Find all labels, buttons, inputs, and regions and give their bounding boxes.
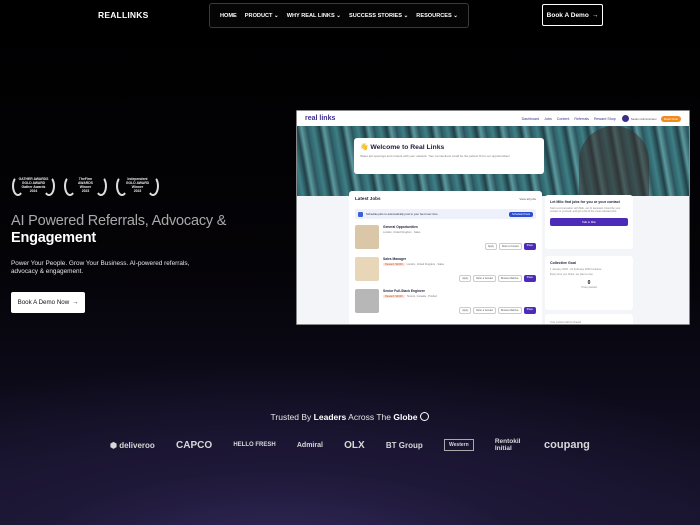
logo-bt-group: BT Group [385, 440, 423, 450]
preview-link: Referrals [574, 116, 589, 121]
logo-hellofresh: HELLO FRESH [233, 442, 276, 448]
logo-admiral: Admiral [296, 441, 323, 449]
chevron-down-icon: ⌄ [403, 12, 409, 19]
preview-link: Jobs [544, 116, 552, 121]
chevron-down-icon: ⌄ [336, 12, 341, 19]
preview-navbar: real links Dashboard Jobs Content Referr… [297, 111, 689, 126]
nav-success-stories[interactable]: SUCCESS STORIES ⌄ [349, 13, 408, 19]
preview-job-row: General Opportunities London, United Kin… [355, 225, 536, 251]
product-screenshot: real links Dashboard Jobs Content Referr… [296, 110, 690, 325]
laurel-icon [95, 176, 107, 196]
arrow-right-icon: → [72, 299, 79, 306]
preview-welcome-card: 👋 Welcome to Real Links Share job openin… [354, 138, 544, 174]
preview-role-badge: Select Role [660, 115, 681, 122]
client-logos: ⬢ deliveroo CAPCO HELLO FRESH Admiral OL… [110, 434, 590, 456]
award-badge: Independent GOLD AWARD Winner 2023 [115, 174, 160, 198]
chevron-down-icon: ⌄ [453, 12, 458, 19]
logo-olx: OLX [344, 439, 365, 451]
main-nav: HOME PRODUCT ⌄ WHY REAL LINKS ⌄ SUCCESS … [209, 3, 469, 28]
award-badge: TheFirm AWARDS Winner 2023 [63, 174, 108, 198]
avatar [621, 115, 629, 122]
logo-deliveroo: ⬢ deliveroo [110, 440, 155, 450]
logo-capco: CAPCO [176, 439, 213, 451]
laurel-icon [12, 176, 24, 196]
trusted-by-heading: Trusted By Leaders Across The Globe [0, 412, 700, 422]
hero-title: AI Powered Referrals, Advocacy & Engagem… [11, 213, 227, 246]
nav-product[interactable]: PRODUCT ⌄ [245, 13, 279, 19]
logo-western: Western [444, 439, 474, 451]
arrow-right-icon: → [591, 11, 599, 19]
nav-resources[interactable]: RESOURCES ⌄ [416, 13, 458, 19]
chevron-down-icon: ⌄ [274, 12, 279, 19]
preview-link: Dashboard [521, 116, 540, 121]
laurel-icon [116, 176, 128, 196]
preview-milo-card: Let Milo find jobs for you or your conta… [545, 195, 633, 249]
preview-link: Content [556, 116, 570, 121]
calendar-icon [358, 211, 363, 217]
book-demo-now-button[interactable]: Book A Demo Now → [11, 292, 85, 313]
preview-link: Reward Shop [593, 116, 616, 121]
preview-latest-jobs: Latest Jobs View all jobs Schedule jobs … [349, 191, 542, 324]
brand-logo[interactable]: REALLINKS [98, 10, 148, 20]
laurel-icon [43, 176, 55, 196]
preview-content-card: Your content will be shared [545, 314, 633, 324]
book-demo-button[interactable]: Book A Demo → [542, 4, 603, 26]
globe-icon [420, 412, 430, 421]
awards-row: GATHER AWARDS GOLD AWARD Gather Awards 2024… [11, 174, 160, 198]
nav-home[interactable]: HOME [220, 13, 237, 19]
hero-subtitle: Power Your People. Grow Your Business. A… [11, 260, 190, 275]
job-image [355, 257, 379, 281]
nav-why-real-links[interactable]: WHY REAL LINKS ⌄ [287, 13, 341, 19]
award-badge: GATHER AWARDS GOLD AWARD Gather Awards 2024 [11, 174, 56, 198]
laurel-icon [64, 176, 76, 196]
logo-coupang: coupang [544, 439, 590, 451]
laurel-icon [147, 176, 159, 196]
job-image [355, 225, 379, 249]
preview-logo: real links [305, 115, 336, 122]
preview-job-row: Sales Manager Reward: $1000 London, Unite… [355, 257, 536, 283]
job-image [355, 289, 379, 313]
preview-goal-card: Collective Goal 1 January 2026 - 31 Febr… [545, 256, 633, 310]
preview-job-row: Senior Full-Stack Engineer Reward: $1000… [355, 289, 536, 315]
preview-schedule-bar: Schedule jobs to automatically post to y… [355, 209, 536, 219]
logo-rentokil: Rentokil Initial [494, 438, 521, 452]
